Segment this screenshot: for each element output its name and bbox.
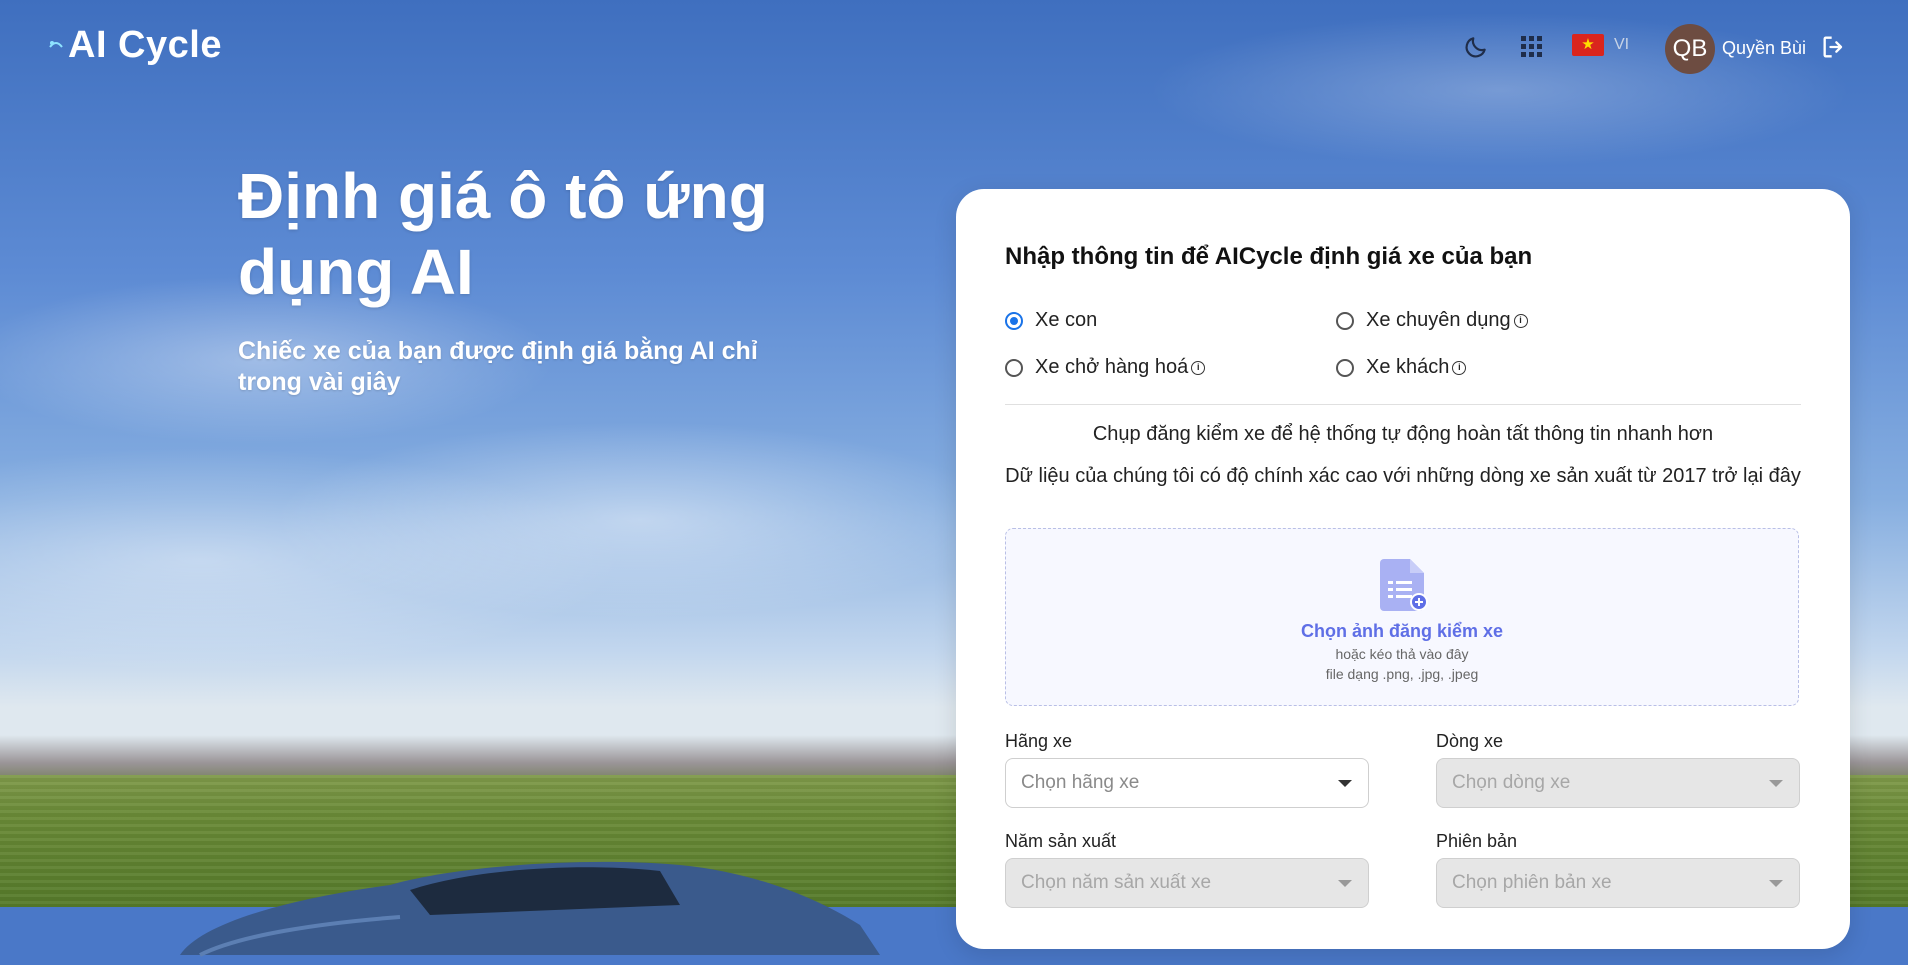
radio-label: Xe khách bbox=[1366, 356, 1450, 378]
document-add-icon bbox=[1380, 559, 1428, 611]
model-placeholder: Chọn dòng xe bbox=[1452, 772, 1571, 793]
radio-label: Xe con bbox=[1035, 309, 1098, 331]
radio-button-checked[interactable] bbox=[1005, 311, 1023, 330]
upload-file-types: file dạng .png, .jpg, .jpeg bbox=[1325, 666, 1479, 682]
radio-xe-cho-hang-hoa[interactable]: Xe chở hàng hoá i bbox=[1005, 356, 1206, 379]
model-select[interactable]: Chọn dòng xe bbox=[1436, 758, 1800, 808]
chevron-down-icon bbox=[1338, 780, 1352, 787]
brand-label: Hãng xe bbox=[1005, 731, 1073, 751]
hero-title: Định giá ô tô ứng dụng AI bbox=[238, 160, 768, 308]
info-icon[interactable]: i bbox=[1452, 360, 1467, 375]
user-avatar[interactable]: QB bbox=[1665, 24, 1715, 74]
divider bbox=[1005, 404, 1801, 405]
user-name[interactable]: Quyền Bùi bbox=[1722, 38, 1806, 59]
radio-label: Xe chuyên dụng bbox=[1366, 309, 1511, 331]
info-icon[interactable]: i bbox=[1513, 313, 1528, 328]
upload-title[interactable]: Chọn ảnh đăng kiểm xe bbox=[1006, 621, 1798, 642]
radio-label: Xe chở hàng hoá bbox=[1035, 356, 1189, 378]
apps-grid-icon bbox=[1521, 36, 1542, 57]
logout-icon bbox=[1823, 36, 1843, 58]
year-select[interactable]: Chọn năm sản xuất xe bbox=[1005, 858, 1369, 908]
chevron-down-icon bbox=[1338, 880, 1352, 887]
radio-button[interactable] bbox=[1005, 358, 1023, 377]
top-header: AI Cycle ★ VI QB Quyền Bùi bbox=[0, 0, 1908, 96]
moon-icon bbox=[1465, 37, 1486, 58]
form-title: Nhập thông tin để AICycle định giá xe củ… bbox=[1005, 243, 1533, 270]
vietnam-flag-icon: ★ bbox=[1572, 34, 1604, 56]
chevron-down-icon bbox=[1769, 880, 1783, 887]
year-label: Năm sản xuất bbox=[1005, 831, 1117, 851]
registration-upload-dropzone[interactable]: Chọn ảnh đăng kiểm xe hoặc kéo thả vào đ… bbox=[1005, 528, 1799, 706]
radio-button[interactable] bbox=[1336, 358, 1354, 377]
version-placeholder: Chọn phiên bản xe bbox=[1452, 872, 1612, 893]
logo-spark-icon bbox=[49, 31, 66, 61]
radio-button[interactable] bbox=[1336, 311, 1354, 330]
brand-placeholder: Chọn hãng xe bbox=[1021, 772, 1140, 793]
registration-hint: Chụp đăng kiểm xe để hệ thống tự động ho… bbox=[1092, 423, 1714, 445]
radio-xe-chuyen-dung[interactable]: Xe chuyên dụng i bbox=[1336, 309, 1528, 332]
logout-button[interactable] bbox=[1820, 33, 1848, 61]
version-select[interactable]: Chọn phiên bản xe bbox=[1436, 858, 1800, 908]
aicycle-logo[interactable]: AI Cycle bbox=[49, 24, 222, 67]
language-switcher[interactable]: ★ VI bbox=[1572, 34, 1629, 56]
brand-select[interactable]: Chọn hãng xe bbox=[1005, 758, 1369, 808]
logo-text: AI Cycle bbox=[68, 24, 222, 66]
radio-xe-con[interactable]: Xe con bbox=[1005, 309, 1097, 332]
dark-mode-toggle[interactable] bbox=[1462, 33, 1490, 61]
version-label: Phiên bản bbox=[1436, 831, 1518, 851]
valuation-form-card: Nhập thông tin để AICycle định giá xe củ… bbox=[956, 189, 1850, 949]
radio-xe-khach[interactable]: Xe khách i bbox=[1336, 356, 1467, 379]
chevron-down-icon bbox=[1769, 780, 1783, 787]
car-image bbox=[180, 861, 880, 957]
upload-hint: hoặc kéo thả vào đây bbox=[1335, 646, 1469, 662]
accuracy-note: Dữ liệu của chúng tôi có độ chính xác ca… bbox=[1005, 465, 1801, 487]
apps-menu-button[interactable] bbox=[1518, 33, 1546, 61]
language-code: VI bbox=[1614, 36, 1630, 53]
hero-subtitle: Chiếc xe của bạn được định giá bằng AI c… bbox=[238, 337, 758, 396]
model-label: Dòng xe bbox=[1436, 731, 1504, 751]
info-icon[interactable]: i bbox=[1191, 360, 1206, 375]
year-placeholder: Chọn năm sản xuất xe bbox=[1021, 872, 1212, 893]
